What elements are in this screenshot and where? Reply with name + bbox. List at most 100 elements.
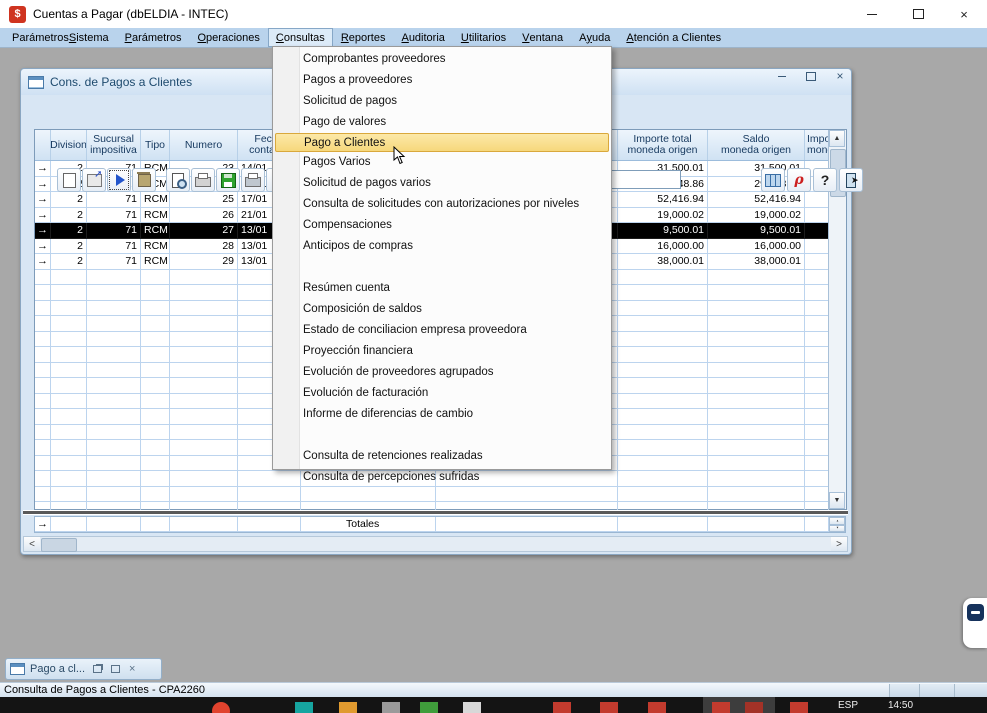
special-function-button[interactable]: ρ [787,168,811,192]
taskbar-icon[interactable] [745,702,763,713]
taskbar-icon[interactable] [463,702,481,713]
menubar-item[interactable]: Parámetros Sistema [4,28,117,47]
taskbar-icon[interactable] [553,702,571,713]
menu-item[interactable]: Anticipos de compras [273,236,611,257]
maximize-icon[interactable] [111,665,120,673]
menubar-item[interactable]: Atención a Clientes [618,28,729,47]
menubar-item[interactable]: Consultas [268,28,333,47]
menubar-item[interactable]: Parámetros [117,28,190,47]
horizontal-scrollbar[interactable]: < > [23,536,848,552]
child-minimize-button[interactable] [775,69,789,83]
menu-item[interactable]: Composición de saldos [273,299,611,320]
dollar-icon: $ [14,8,20,20]
exit-button[interactable] [839,168,863,192]
close-button[interactable]: × [941,0,987,28]
clock[interactable]: 14:50 [888,700,913,711]
minimized-window[interactable]: Pago a cl... × [5,658,162,680]
table-row[interactable] [35,502,830,510]
taskbar-icon[interactable] [712,702,730,713]
menubar-item[interactable]: Reportes [333,28,394,47]
cell [708,409,805,425]
menu-item[interactable]: Solicitud de pagos varios [273,173,611,194]
menu-item[interactable]: Estado de conciliacion empresa proveedor… [273,320,611,341]
taskbar-icon[interactable] [339,702,357,713]
cell [618,316,708,332]
scroll-up-button[interactable]: ▲ [829,130,845,147]
taskbar-icon[interactable] [420,702,438,713]
spin-down-button[interactable]: ▼ [829,525,845,533]
grid-view-button[interactable] [761,168,785,192]
scroll-right-button[interactable]: > [831,537,847,551]
spin-up-button[interactable]: ▲ [829,517,845,525]
menubar-item[interactable]: Utilitarios [453,28,514,47]
cell [805,502,829,510]
taskbar-icon[interactable] [790,702,808,713]
cell [51,332,87,348]
menu-item[interactable]: Resúmen cuenta [273,278,611,299]
print-alt-button[interactable] [241,168,265,192]
cell [618,487,708,503]
menubar-item[interactable]: Ventana [514,28,571,47]
cell [301,487,436,503]
toolbar-search-input[interactable] [601,170,681,189]
scroll-down-button[interactable]: ▼ [829,492,845,509]
column-header[interactable]: Tipo [141,130,170,160]
menu-item[interactable] [273,257,611,278]
trash-icon [138,174,151,187]
taskbar-icon[interactable] [382,702,400,713]
column-header[interactable]: Importemoneda [805,130,829,160]
menu-item[interactable]: Pagos Varios [273,152,611,173]
taskbar-icon[interactable] [648,702,666,713]
column-header[interactable]: Saldomoneda origen [708,130,805,160]
child-close-button[interactable]: × [833,69,847,83]
new-record-button[interactable] [57,168,81,192]
save-button[interactable] [216,168,240,192]
run-query-button[interactable] [107,168,131,192]
menu-item[interactable] [273,425,611,446]
column-header[interactable]: Division [51,130,87,160]
menu-item[interactable]: Pago de valores [273,112,611,133]
close-icon[interactable]: × [129,663,135,675]
cell: 71 [87,254,141,270]
totals-spinner[interactable]: ▲ ▼ [829,517,845,532]
menubar-item[interactable]: Ayuda [571,28,618,47]
language-indicator[interactable]: ESP [838,700,858,711]
scroll-left-button[interactable]: < [24,537,40,551]
minimize-button[interactable] [849,0,895,28]
child-maximize-button[interactable] [804,69,818,83]
menu-item[interactable]: Consulta de percepciones sufridas [273,467,611,488]
taskbar-icon[interactable] [600,702,618,713]
menu-item[interactable]: Evolución de facturación [273,383,611,404]
menubar-item[interactable]: Auditoria [393,28,452,47]
menu-item[interactable]: Pago a Clientes [275,133,609,152]
preview-button[interactable] [166,168,190,192]
menubar-item[interactable]: Operaciones [189,28,267,47]
print-button[interactable] [191,168,215,192]
menu-item[interactable]: Compensaciones [273,215,611,236]
taskbar-icon[interactable] [212,702,230,713]
menu-item[interactable]: Proyección financiera [273,341,611,362]
menu-item[interactable]: Informe de diferencias de cambio [273,404,611,425]
cell [708,502,805,510]
support-tab[interactable] [963,598,987,648]
maximize-button[interactable] [895,0,941,28]
edit-record-button[interactable] [82,168,106,192]
table-row[interactable] [35,487,830,503]
cell [141,301,170,317]
menu-item[interactable]: Comprobantes proveedores [273,49,611,70]
horizontal-scroll-thumb[interactable] [41,538,77,552]
menu-item[interactable]: Evolución de proveedores agrupados [273,362,611,383]
help-button[interactable]: ? [813,168,837,192]
row-selector [35,285,51,301]
menu-item[interactable]: Pagos a proveedores [273,70,611,91]
column-header[interactable]: Importe totalmoneda origen [618,130,708,160]
totals-row-cells[interactable]: →Totales [35,517,829,532]
menu-item[interactable]: Solicitud de pagos [273,91,611,112]
taskbar-icon[interactable] [295,702,313,713]
column-header[interactable]: Numero [170,130,238,160]
column-header[interactable]: Sucursalimpositiva [87,130,141,160]
restore-icon[interactable] [93,665,102,673]
delete-record-button[interactable] [132,168,156,192]
menu-item[interactable]: Consulta de retenciones realizadas [273,446,611,467]
menu-item[interactable]: Consulta de solicitudes con autorizacion… [273,194,611,215]
